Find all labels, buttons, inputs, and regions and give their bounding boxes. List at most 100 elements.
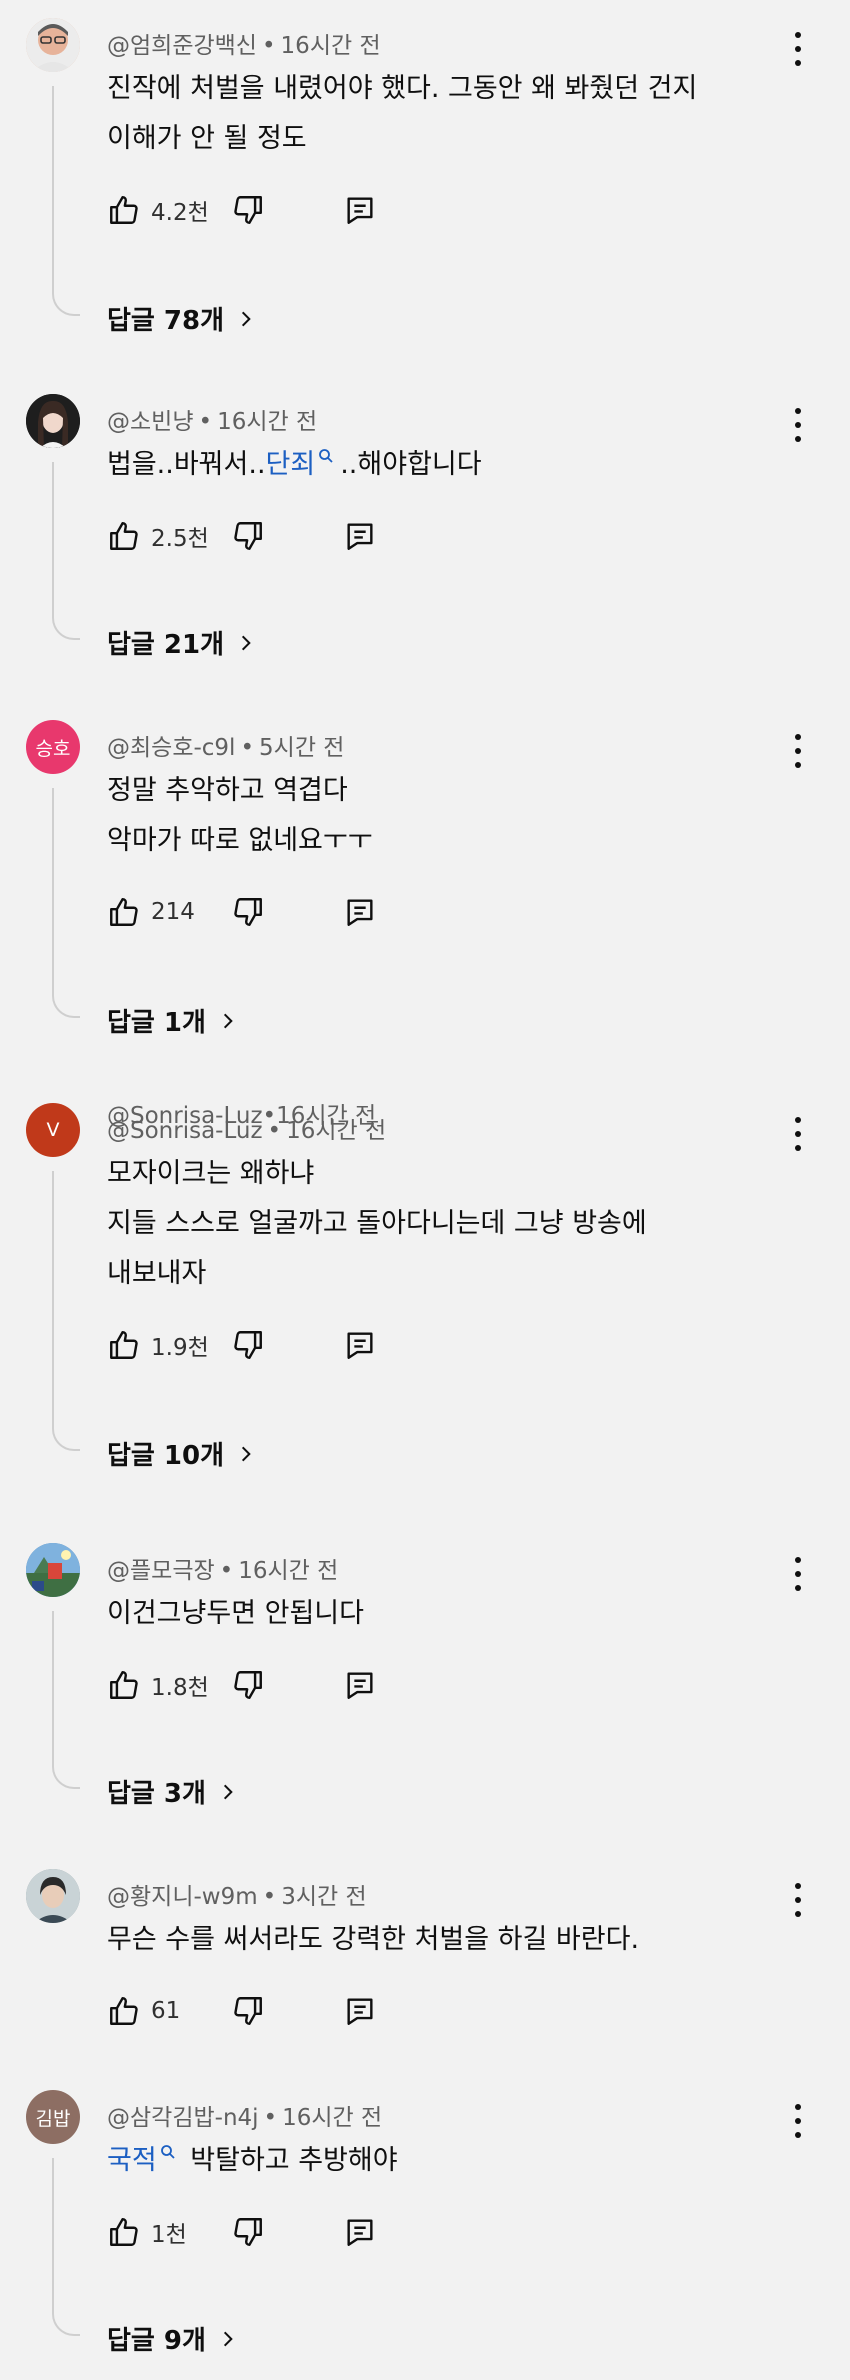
like-count: 4.2천 — [151, 200, 209, 226]
comment-text: 법을..바꿔서..단죄 ..해야합니다 — [107, 440, 482, 490]
avatar[interactable] — [26, 18, 80, 72]
replies-label: 답글 21개 — [107, 630, 224, 660]
author-name[interactable]: @황지니-w9m — [107, 1884, 258, 1910]
avatar[interactable] — [26, 1869, 80, 1923]
avatar[interactable]: 승호 — [26, 720, 80, 774]
thumbs-up-icon[interactable] — [107, 519, 141, 553]
more-vert-icon[interactable] — [784, 1557, 812, 1591]
like-count: 2.5천 — [151, 526, 209, 552]
comment-meta: @엄희준강백신 • 16시간 전 — [107, 33, 381, 59]
thumbs-down-icon[interactable] — [231, 193, 265, 227]
text-segment: 박탈하고 추방해야 — [181, 2145, 398, 2176]
more-vert-icon[interactable] — [784, 2104, 812, 2138]
comment-text: 무슨 수를 써서라도 강력한 처벌을 하길 바란다. — [107, 1915, 639, 1965]
more-vert-icon[interactable] — [784, 1117, 812, 1151]
comment-text: 이건그냥두면 안됩니다 — [107, 1589, 364, 1639]
comment-meta: @삼각김밥-n4j • 16시간 전 — [107, 2105, 383, 2131]
comment-actions: 1천 — [107, 2212, 377, 2252]
author-name[interactable]: @삼각김밥-n4j — [107, 2105, 259, 2131]
comment-actions: 61 — [107, 1991, 377, 2031]
thumbs-down-icon[interactable] — [231, 2215, 265, 2249]
author-name[interactable]: @최승호-c9l — [107, 735, 235, 761]
avatar[interactable]: 김밥 — [26, 2090, 80, 2144]
comment-line: 국적 박탈하고 추방해야 — [107, 2136, 398, 2186]
avatar-letters: V — [46, 1119, 60, 1141]
thumbs-down-icon[interactable] — [231, 1328, 265, 1362]
thumbs-up-icon[interactable] — [107, 193, 141, 227]
thread-line — [52, 788, 80, 1018]
reply-icon[interactable] — [343, 1328, 377, 1362]
comment-time: 16시간 전 — [282, 2105, 383, 2131]
reply-icon[interactable] — [343, 519, 377, 553]
comment-time: 3시간 전 — [281, 1884, 367, 1910]
comment-line: 악마가 따로 없네요ㅜㅜ — [107, 825, 373, 856]
more-vert-icon[interactable] — [784, 1883, 812, 1917]
comment-meta: @플모극장 • 16시간 전 — [107, 1558, 339, 1584]
search-link[interactable]: 단죄 — [266, 449, 316, 480]
thread-line — [52, 2158, 80, 2336]
thumbs-down-icon[interactable] — [231, 895, 265, 929]
like-count: 214 — [151, 899, 195, 925]
comment-time: 16시간 전 — [217, 409, 318, 435]
more-vert-icon[interactable] — [784, 734, 812, 768]
like-count: 1.8천 — [151, 1675, 209, 1701]
view-replies-button[interactable]: 답글 78개 — [107, 300, 256, 337]
replies-label: 답글 1개 — [107, 1008, 206, 1038]
thumbs-up-icon[interactable] — [107, 895, 141, 929]
thumbs-down-icon[interactable] — [231, 519, 265, 553]
comment-text: 정말 추악하고 역겹다 악마가 따로 없네요ㅜㅜ — [107, 766, 373, 866]
view-replies-button[interactable]: 답글 10개 — [107, 1435, 256, 1472]
like-count: 1천 — [151, 2222, 187, 2248]
comment-line: 모자이크는 왜하냐 — [107, 1158, 315, 1189]
view-replies-button[interactable]: 답글 21개 — [107, 624, 256, 661]
chevron-right-icon — [223, 1013, 233, 1028]
view-replies-button[interactable]: 답글 1개 — [107, 1002, 238, 1039]
thread-line — [52, 1611, 80, 1789]
chevron-right-icon — [223, 2331, 233, 2346]
like-count: 1.9천 — [151, 1335, 209, 1361]
thread-line — [52, 86, 80, 316]
view-replies-button[interactable]: 답글 3개 — [107, 1773, 238, 1810]
comment-meta: @소빈냥 • 16시간 전 — [107, 409, 318, 435]
comment-actions: 4.2천 — [107, 190, 377, 230]
thumbs-up-icon[interactable] — [107, 1994, 141, 2028]
more-vert-icon[interactable] — [784, 408, 812, 442]
comment-actions: 2.5천 — [107, 516, 377, 556]
reply-icon[interactable] — [343, 895, 377, 929]
author-name[interactable]: @플모극장 — [107, 1558, 215, 1584]
comment-actions: 214 — [107, 892, 377, 932]
more-vert-icon[interactable] — [784, 32, 812, 66]
author-name[interactable]: @Sonrisa-Luz — [107, 1118, 263, 1144]
thumbs-up-icon[interactable] — [107, 2215, 141, 2249]
avatar[interactable] — [26, 394, 80, 448]
comment-line: 이해가 안 될 정도 — [107, 123, 307, 154]
comment-time: 16시간 전 — [286, 1118, 387, 1144]
comment-text: 진작에 처벌을 내렸어야 했다. 그동안 왜 봐줬던 건지 이해가 안 될 정도 — [107, 64, 697, 164]
avatar-letters: 김밥 — [35, 2107, 71, 2130]
comment-actions: 1.9천 — [107, 1325, 377, 1365]
comment-line: 무슨 수를 써서라도 강력한 처벌을 하길 바란다. — [107, 1924, 640, 1955]
reply-icon[interactable] — [343, 193, 377, 227]
text-segment: ..해야합니다 — [340, 449, 482, 480]
author-name[interactable]: @엄희준강백신 — [107, 33, 257, 59]
reply-icon[interactable] — [343, 2215, 377, 2249]
replies-label: 답글 78개 — [107, 306, 224, 336]
search-icon — [160, 2145, 175, 2159]
comment-line: 내보내자 — [107, 1258, 207, 1289]
avatar[interactable] — [26, 1543, 80, 1597]
thumbs-down-icon[interactable] — [231, 1994, 265, 2028]
thread-line — [52, 1171, 80, 1451]
comment-meta: @황지니-w9m • 3시간 전 — [107, 1884, 367, 1910]
comment-text: 모자이크는 왜하냐 지들 스스로 얼굴까고 돌아다니는데 그냥 방송에 내보내자 — [107, 1149, 647, 1299]
reply-icon[interactable] — [343, 1994, 377, 2028]
comment-time: 5시간 전 — [259, 735, 345, 761]
thumbs-up-icon[interactable] — [107, 1668, 141, 1702]
reply-icon[interactable] — [343, 1668, 377, 1702]
avatar[interactable]: V — [26, 1103, 80, 1157]
thumbs-up-icon[interactable] — [107, 1328, 141, 1362]
comment-meta: @최승호-c9l • 5시간 전 — [107, 735, 345, 761]
author-name[interactable]: @소빈냥 — [107, 409, 193, 435]
view-replies-button[interactable]: 답글 9개 — [107, 2320, 238, 2357]
search-link[interactable]: 국적 — [107, 2145, 157, 2176]
thumbs-down-icon[interactable] — [231, 1668, 265, 1702]
